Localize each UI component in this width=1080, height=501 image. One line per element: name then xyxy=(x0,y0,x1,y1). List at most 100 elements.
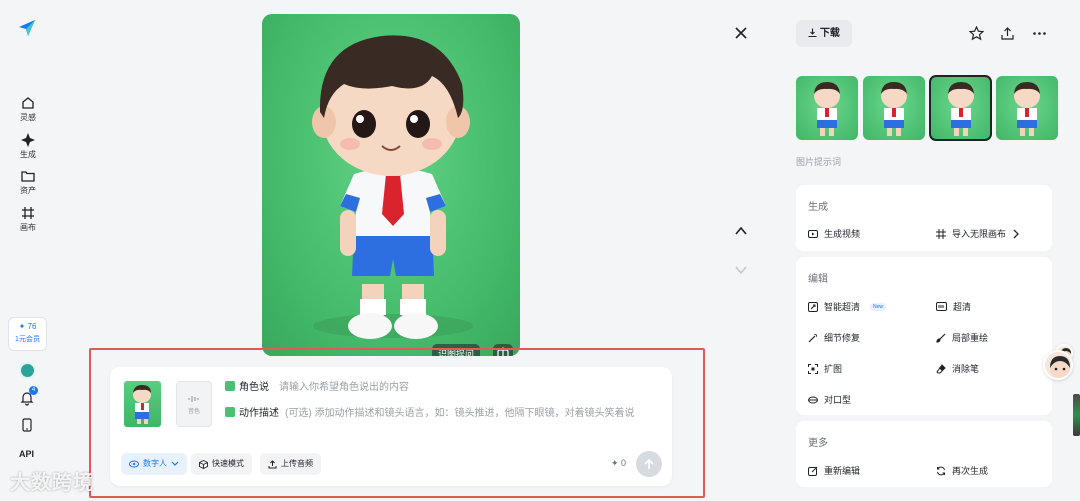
app-logo-icon[interactable] xyxy=(17,18,37,38)
sidebar-item-inspiration[interactable]: 灵感 xyxy=(8,96,48,123)
regenerate-button[interactable]: 再次生成 xyxy=(936,464,988,477)
action-label: 超清 xyxy=(953,302,972,312)
sidebar-item-assets[interactable]: 资产 xyxy=(8,169,48,196)
smart-upscale-button[interactable]: 智能超清 New xyxy=(808,300,887,313)
action-label: 对口型 xyxy=(824,395,852,405)
voice-selector[interactable]: 音色 xyxy=(176,381,212,427)
role-speech-input[interactable]: 请输入你希望角色说出的内容 xyxy=(279,378,409,393)
action-description-row[interactable]: 动作描述 (可选) 添加动作描述和镜头语言，如：镜头推进，他隔下眼镜，对着镜头笑… xyxy=(225,404,634,419)
local-redraw-button[interactable]: 局部重绘 xyxy=(936,331,988,344)
membership-label: 1元会员 xyxy=(15,336,40,343)
chevron-down-icon[interactable] xyxy=(734,263,748,277)
upload-audio-button[interactable]: 上传音频 xyxy=(260,453,321,475)
eye-icon xyxy=(129,460,139,468)
variant-thumbnail[interactable] xyxy=(996,76,1058,140)
digital-human-dropdown[interactable]: 数字人 xyxy=(121,453,187,475)
refresh-icon xyxy=(937,466,945,475)
variant-thumbnail[interactable] xyxy=(796,76,858,140)
new-badge: New xyxy=(870,302,887,311)
character-thumbnail xyxy=(947,82,974,136)
video-icon xyxy=(808,229,818,238)
brush-icon xyxy=(936,333,946,343)
prompt-card: 音色 角色说 请输入你希望角色说出的内容 动作描述 (可选) 添加动作描述和镜头… xyxy=(110,367,672,486)
more-panel: 更多 重新编辑 再次生成 xyxy=(796,421,1052,487)
upload-audio-label: 上传音频 xyxy=(281,459,313,468)
generate-video-button[interactable]: 生成视频 xyxy=(808,227,860,240)
user-avatar[interactable] xyxy=(19,362,36,379)
upload-icon xyxy=(268,459,277,468)
canvas-grid-icon xyxy=(22,207,34,219)
chevron-right-icon xyxy=(1013,229,1019,238)
side-feedback-tab[interactable] xyxy=(1073,394,1080,436)
notification-badge: 4 xyxy=(29,386,38,395)
lip-sync-button[interactable]: 对口型 xyxy=(808,393,851,406)
mobile-icon[interactable] xyxy=(21,418,33,432)
generated-image[interactable]: 识图提问 xyxy=(262,14,520,356)
voice-label: 音色 xyxy=(187,409,200,415)
credit-cost: ✦ 0 xyxy=(610,458,626,468)
variant-thumbnail-selected[interactable] xyxy=(928,75,993,141)
expand-image-button[interactable]: 扩图 xyxy=(808,362,842,375)
fast-mode-button[interactable]: 快速模式 xyxy=(191,453,252,475)
chevron-up-icon[interactable] xyxy=(734,224,748,238)
panel-title: 生成 xyxy=(808,202,828,213)
sidebar-item-label: 画布 xyxy=(20,223,36,232)
action-label: 重新编辑 xyxy=(824,466,861,476)
download-icon xyxy=(808,28,817,38)
sidebar-item-canvas[interactable]: 画布 xyxy=(8,206,48,233)
action-label: 消除笔 xyxy=(952,364,980,374)
action-label: 再次生成 xyxy=(952,466,989,476)
download-label: 下载 xyxy=(819,28,840,39)
image-prompt-label[interactable]: 图片提示词 xyxy=(796,155,841,168)
download-button[interactable]: 下载 xyxy=(796,20,852,47)
magic-wand-icon xyxy=(808,333,817,342)
hd-button[interactable]: 超清 xyxy=(936,300,971,313)
import-canvas-button[interactable]: 导入无限画布 xyxy=(936,227,1020,240)
eraser-button[interactable]: 消除笔 xyxy=(936,362,979,375)
generate-panel: 生成 生成视频 导入无限画布 xyxy=(796,185,1052,251)
send-button[interactable] xyxy=(636,451,662,477)
detail-repair-button[interactable]: 细节修复 xyxy=(808,331,860,344)
sidebar-item-generate[interactable]: 生成 xyxy=(8,133,48,160)
eraser-icon xyxy=(936,363,946,373)
waveform-icon xyxy=(188,396,199,402)
sidebar-item-label: 灵感 xyxy=(20,113,36,122)
role-speech-row[interactable]: 角色说 请输入你希望角色说出的内容 xyxy=(225,378,409,393)
close-icon[interactable] xyxy=(734,26,748,40)
share-icon[interactable] xyxy=(1000,26,1015,41)
assistant-avatar[interactable] xyxy=(1043,350,1073,380)
lips-icon xyxy=(808,396,818,403)
edit-icon xyxy=(808,466,818,476)
left-sidebar: 灵感 生成 资产 画布 ✦ 76 1元会员 4 API xyxy=(0,0,56,501)
character-thumbnail xyxy=(880,82,907,136)
folder-icon xyxy=(21,171,35,182)
api-link[interactable]: API xyxy=(19,449,34,459)
role-avatar-icon xyxy=(225,380,235,391)
panel-title: 编辑 xyxy=(808,274,828,285)
action-description-input[interactable]: (可选) 添加动作描述和镜头语言，如：镜头推进，他隔下眼镜，对着镜头笑着说 xyxy=(285,404,634,419)
points-membership-box[interactable]: ✦ 76 1元会员 xyxy=(8,317,47,351)
reference-image-thumbnail[interactable] xyxy=(124,381,161,427)
fast-mode-label: 快速模式 xyxy=(212,459,244,468)
share-image-icon xyxy=(497,347,509,356)
re-edit-button[interactable]: 重新编辑 xyxy=(808,464,860,477)
more-icon[interactable] xyxy=(1032,26,1047,41)
sparkle-icon xyxy=(21,133,35,147)
role-speech-tag: 角色说 xyxy=(239,382,269,393)
watermark-text: 大数跨境 xyxy=(10,472,94,494)
action-label: 局部重绘 xyxy=(952,333,989,343)
action-label: 生成视频 xyxy=(824,229,861,239)
expand-icon xyxy=(808,363,818,374)
action-description-tag: 动作描述 xyxy=(239,408,279,419)
character-illustration xyxy=(312,35,473,339)
upscale-icon xyxy=(808,301,818,312)
variant-thumbnails xyxy=(796,75,1058,141)
canvas-grid-icon xyxy=(936,228,946,239)
character-thumbnail xyxy=(1014,82,1041,136)
assistant-face-icon xyxy=(1050,356,1070,378)
hd-icon xyxy=(936,302,947,311)
variant-thumbnail[interactable] xyxy=(862,76,925,140)
star-icon[interactable] xyxy=(969,26,984,41)
image-share-button[interactable] xyxy=(493,344,513,356)
image-question-button[interactable]: 识图提问 xyxy=(432,344,481,356)
